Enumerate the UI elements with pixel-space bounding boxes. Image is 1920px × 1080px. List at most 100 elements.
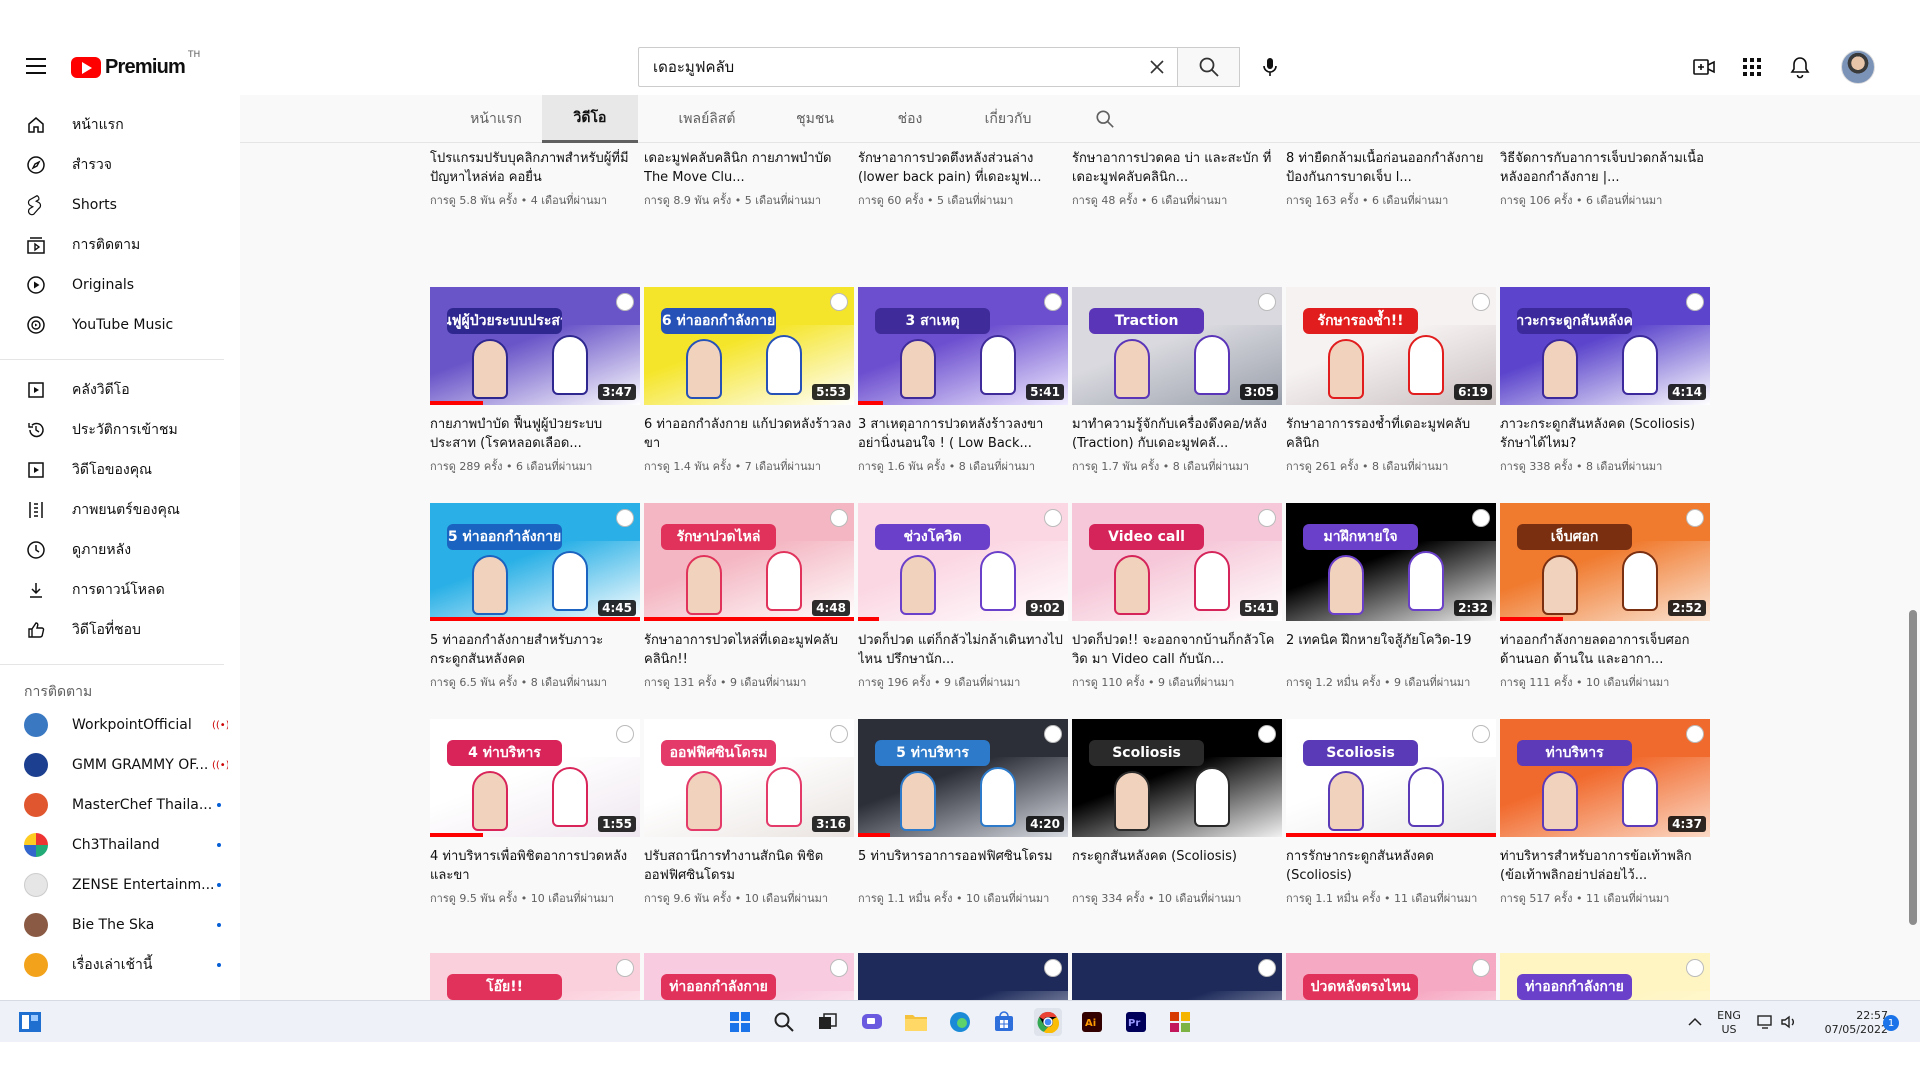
clear-search-icon[interactable] (1137, 48, 1177, 86)
video-title[interactable]: ท่าออกกำลังกายลดอาการเจ็บศอกด้านนอก ด้าน… (1500, 631, 1710, 669)
video-thumbnail[interactable]: ท่าออกกำลังกาย (644, 953, 854, 1000)
video-thumbnail[interactable]: มาฝึกหายใจ 2:32 (1286, 503, 1496, 621)
video-card[interactable]: 4 ท่าบริหาร 1:55 4 ท่าบริหารเพื่อพิชิตอากา… (430, 719, 640, 907)
video-title[interactable]: รักษาอาการปวดไหล่ที่เดอะมูฟคลับคลินิก!! (644, 631, 854, 669)
video-card[interactable]: เดอะมูฟคลับคลินิก กายภาพบำบัด The Move C… (644, 149, 854, 209)
video-title[interactable]: ภาวะกระดูกสันหลังคด (Scoliosis) รักษาได้… (1500, 415, 1710, 453)
video-card[interactable]: 3 สาเหตุ 5:41 3 สาเหตุอาการปวดหลังร้าวลงขา… (858, 287, 1068, 475)
volume-button[interactable] (1775, 1008, 1803, 1036)
guide-menu-button[interactable] (20, 50, 52, 82)
video-thumbnail[interactable]: รักษารองช้ำ!! 6:19 (1286, 287, 1496, 405)
sidebar-item-subscriptions[interactable]: การติดตาม (12, 226, 222, 264)
input-language[interactable]: ENG US (1713, 1009, 1745, 1037)
sidebar-item-originals[interactable]: Originals (12, 266, 222, 304)
video-thumbnail[interactable]: Scoliosis (1286, 719, 1496, 837)
video-card[interactable]: 5 ท่าออกกำลังกาย 4:45 5 ท่าออกกำลังกายสำหร… (430, 503, 640, 691)
adobe-illustrator-button[interactable]: Ai (1078, 1008, 1106, 1036)
start-button[interactable] (726, 1008, 754, 1036)
task-view-button[interactable] (814, 1008, 842, 1036)
video-thumbnail[interactable]: Traction 3:05 (1072, 287, 1282, 405)
tab-videos[interactable]: วิดีโอ (542, 95, 638, 143)
chrome-browser-button[interactable] (1034, 1008, 1062, 1036)
channel-search-button[interactable] (1080, 95, 1130, 143)
subscription-item[interactable]: WorkpointOfficial ((•)) (12, 706, 228, 744)
video-title[interactable]: 8 ท่ายืดกล้ามเนื้อก่อนออกกำลังกาย ป้องกั… (1286, 149, 1496, 187)
video-card[interactable]: ปวดหลังตรงไหน (1286, 953, 1496, 1000)
video-title[interactable]: ปวดก็ปวด แต่ก็กลัวไม่กล้าเดินทางไปไหน ปร… (858, 631, 1068, 669)
subscription-item[interactable]: Bie The Ska (12, 906, 222, 944)
video-thumbnail[interactable]: ออฟฟิศซินโดรม 3:16 (644, 719, 854, 837)
video-thumbnail[interactable]: Scoliosis (1072, 719, 1282, 837)
subscription-item[interactable]: ZENSE Entertainm... (12, 866, 222, 904)
show-hidden-icons-button[interactable] (1681, 1008, 1709, 1036)
create-button[interactable] (1684, 49, 1724, 85)
video-title[interactable]: กระดูกสันหลังคด (Scoliosis) (1072, 847, 1282, 885)
video-thumbnail[interactable]: ช่วงโควิด 9:02 (858, 503, 1068, 621)
video-thumbnail[interactable]: ท่าบริหาร 4:37 (1500, 719, 1710, 837)
video-card[interactable]: ออฟฟิศซินโดรม 3:16 ปรับสถานีการทำงานสักนิด… (644, 719, 854, 907)
video-card[interactable]: วิธีจัดการกับอาการเจ็บปวดกล้ามเนื้อหลังอ… (1500, 149, 1710, 209)
video-title[interactable]: รักษาอาการปวดตึงหลังส่วนล่าง (lower back… (858, 149, 1068, 187)
video-thumbnail[interactable]: 6 ท่าออกกำลังกาย 5:53 (644, 287, 854, 405)
sidebar-item-your-movies[interactable]: ภาพยนตร์ของคุณ (12, 491, 222, 529)
notification-badge[interactable]: 1 (1883, 1015, 1899, 1031)
sidebar-item-history[interactable]: ประวัติการเข้าชม (12, 411, 222, 449)
subscription-item[interactable]: MasterChef Thaila... (12, 786, 222, 824)
taskbar-search-button[interactable] (770, 1008, 798, 1036)
youtube-premium-logo[interactable]: Premium TH (71, 50, 200, 80)
sidebar-item-home[interactable]: หน้าแรก (12, 106, 222, 144)
page-scrollbar[interactable] (1906, 95, 1920, 1000)
microsoft-store-button[interactable] (990, 1008, 1018, 1036)
video-thumbnail[interactable]: Video call 5:41 (1072, 503, 1282, 621)
video-title[interactable]: เดอะมูฟคลับคลินิก กายภาพบำบัด The Move C… (644, 149, 854, 187)
video-title[interactable]: 4 ท่าบริหารเพื่อพิชิตอาการปวดหลังและขา (430, 847, 640, 885)
sidebar-item-downloads[interactable]: การดาวน์โหลด (12, 571, 222, 609)
video-thumbnail[interactable]: ปวดหลังตรงไหน (1286, 953, 1496, 1000)
app-button[interactable] (1166, 1008, 1194, 1036)
sidebar-item-library[interactable]: คลังวิดีโอ (12, 371, 222, 409)
video-card[interactable]: รักษาอาการปวดตึงหลังส่วนล่าง (lower back… (858, 149, 1068, 209)
video-title[interactable]: 5 ท่าออกกำลังกายสำหรับภาวะกระดูกสันหลังค… (430, 631, 640, 669)
sidebar-item-youtube-music[interactable]: YouTube Music (12, 306, 222, 344)
subscription-item[interactable]: Ch3Thailand (12, 826, 222, 864)
tab-about[interactable]: เกี่ยวกับ (958, 95, 1058, 143)
voice-search-button[interactable] (1250, 47, 1290, 87)
video-card[interactable]: Scoliosis กระดูกสันหลังคด (Scoliosis) การด… (1072, 719, 1282, 907)
video-thumbnail[interactable]: ฟื้นฟูผู้ป่วยระบบประสาท 3:47 (430, 287, 640, 405)
video-title[interactable]: การรักษากระดูกสันหลังคด (Scoliosis) (1286, 847, 1496, 885)
video-card[interactable]: ท่าบริหาร 4:37 ท่าบริหารสำหรับอาการข้อเท้า… (1500, 719, 1710, 907)
video-card[interactable]: รักษารองช้ำ!! 6:19 รักษาอาการรองช้ำที่เดอะ… (1286, 287, 1496, 475)
video-card[interactable]: โปรแกรมปรับบุคลิกภาพสำหรับผู้ที่มีปัญหาไ… (430, 149, 640, 209)
video-thumbnail[interactable] (858, 953, 1068, 1000)
video-card[interactable]: ภาวะกระดูกสันหลังคด4:14 ภาวะกระดูกสันหลัง… (1500, 287, 1710, 475)
tab-home[interactable]: หน้าแรก (446, 95, 546, 143)
sidebar-item-shorts[interactable]: Shorts (12, 186, 222, 224)
video-card[interactable]: เจ็บศอก 2:52 ท่าออกกำลังกายลดอาการเจ็บศอกด… (1500, 503, 1710, 691)
video-title[interactable]: ปรับสถานีการทำงานสักนิด พิชิตออฟฟิศซินโด… (644, 847, 854, 885)
video-card[interactable]: มาฝึกหายใจ 2:32 2 เทคนิค ฝึกหายใจสู้ภัยโคว… (1286, 503, 1496, 691)
video-card[interactable]: ท่าออกกำลังกาย (1500, 953, 1710, 1000)
video-thumbnail[interactable]: 3 สาเหตุ 5:41 (858, 287, 1068, 405)
widgets-button[interactable] (16, 1008, 44, 1036)
video-thumbnail[interactable]: เจ็บศอก 2:52 (1500, 503, 1710, 621)
video-thumbnail[interactable]: โอ๊ย!! (430, 953, 640, 1000)
video-title[interactable]: กายภาพบำบัด ฟื้นฟูผู้ป่วยระบบประสาท (โรค… (430, 415, 640, 453)
teams-chat-button[interactable] (858, 1008, 886, 1036)
video-card[interactable]: 5 ท่าบริหาร 4:20 5 ท่าบริหารอาการออฟฟิศซิน… (858, 719, 1068, 907)
adobe-premiere-button[interactable]: Pr (1122, 1008, 1150, 1036)
clock[interactable]: 22:57 07/05/2022 (1808, 1009, 1888, 1037)
sidebar-item-watch-later[interactable]: ดูภายหลัง (12, 531, 222, 569)
video-card[interactable] (1072, 953, 1282, 1000)
video-title[interactable]: มาทำความรู้จักกับเครื่องดึงคอ/หลัง (Trac… (1072, 415, 1282, 453)
account-avatar[interactable] (1841, 50, 1875, 84)
video-card[interactable]: ฟื้นฟูผู้ป่วยระบบประสาท 3:47 กายภาพบำบัด ฟ… (430, 287, 640, 475)
video-thumbnail[interactable]: 5 ท่าบริหาร 4:20 (858, 719, 1068, 837)
tab-community[interactable]: ชุมชน (770, 95, 860, 143)
video-card[interactable]: Video call 5:41 ปวดก็ปวด!! จะออกจากบ้านก็ก… (1072, 503, 1282, 691)
video-title[interactable]: 5 ท่าบริหารอาการออฟฟิศซินโดรม (858, 847, 1068, 885)
tab-channels[interactable]: ช่อง (870, 95, 950, 143)
file-explorer-button[interactable] (902, 1008, 930, 1036)
video-card[interactable]: Traction 3:05 มาทำความรู้จักกับเครื่องดึงค… (1072, 287, 1282, 475)
video-thumbnail[interactable]: ภาวะกระดูกสันหลังคด 4:14 (1500, 287, 1710, 405)
video-title[interactable]: ปวดก็ปวด!! จะออกจากบ้านก็กลัวโควิด มา Vi… (1072, 631, 1282, 669)
